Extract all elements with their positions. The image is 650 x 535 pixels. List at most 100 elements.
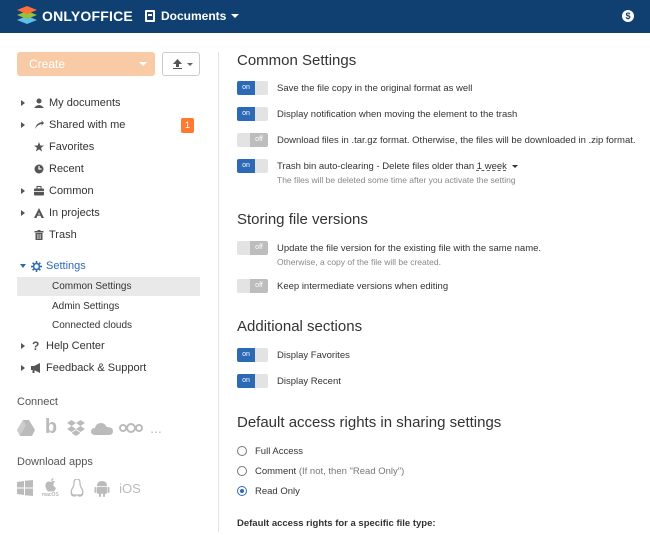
box-icon[interactable]: b <box>41 416 61 439</box>
macos-label: macOS <box>42 492 59 498</box>
sidebar-item-label: My documents <box>49 97 121 109</box>
collapse-arrow-icon[interactable] <box>20 264 26 268</box>
comment-note: (If not, then "Read Only") <box>298 466 405 477</box>
chevron-down-icon <box>139 62 147 66</box>
sidebar-subitem-connected-clouds[interactable]: Connected clouds <box>17 316 200 335</box>
chevron-down-icon <box>231 14 240 18</box>
sidebar: Create My documents Shared with me 1 Fav… <box>0 33 218 535</box>
nextcloud-icon[interactable] <box>119 422 143 433</box>
chevron-down-icon[interactable] <box>511 165 518 168</box>
radio-label-comment: Comment (If not, then "Read Only") <box>255 466 404 477</box>
create-label: Create <box>29 57 66 71</box>
storing-versions-title: Storing file versions <box>237 211 368 228</box>
trash-auto-clearing-text: Trash bin auto-clearing - Delete files o… <box>277 161 475 172</box>
linux-icon[interactable] <box>69 479 85 497</box>
additional-sections-title: Additional sections <box>237 318 363 335</box>
module-switcher[interactable]: Documents <box>145 9 240 23</box>
ios-app-link[interactable]: iOS <box>119 481 141 496</box>
common-settings-title: Common Settings <box>237 52 357 69</box>
sidebar-item-label: Favorites <box>49 141 95 153</box>
dropbox-icon[interactable] <box>67 419 85 436</box>
sidebar-item-shared-with-me[interactable]: Shared with me 1 <box>0 114 218 136</box>
default-access-title: Default access rights in sharing setting… <box>237 414 502 431</box>
windows-icon[interactable] <box>17 480 33 496</box>
expand-arrow-icon[interactable] <box>21 210 25 216</box>
trash-period-dropdown[interactable]: 1 week <box>477 161 507 172</box>
radio-read-only[interactable] <box>237 486 247 496</box>
star-icon <box>34 142 44 152</box>
android-icon[interactable] <box>94 479 110 497</box>
sidebar-item-in-projects[interactable]: In projects <box>0 202 218 224</box>
sidebar-item-label: Feedback & Support <box>46 362 147 374</box>
radio-label-read-only: Read Only <box>255 486 300 497</box>
toggle-update-file-version[interactable]: off <box>237 241 268 255</box>
question-icon: ? <box>32 339 40 353</box>
comment-label: Comment <box>255 466 297 477</box>
onlyoffice-logo[interactable]: ONLYOFFICE <box>17 6 133 26</box>
macos-app-link[interactable]: macOS <box>42 478 60 498</box>
sidebar-item-label: In projects <box>49 207 100 219</box>
sidebar-item-recent[interactable]: Recent <box>0 158 218 180</box>
sidebar-item-label: Settings <box>46 260 86 272</box>
option-trash-auto-clearing: Trash bin auto-clearing - Delete files o… <box>277 161 518 172</box>
logo-text: ONLYOFFICE <box>42 8 133 24</box>
option-save-original-format: Save the file copy in the original forma… <box>277 83 473 94</box>
payments-icon[interactable]: $ <box>622 10 634 22</box>
gear-icon <box>31 260 42 272</box>
sidebar-item-common[interactable]: Common <box>0 180 218 202</box>
download-apps-heading: Download apps <box>17 456 93 468</box>
new-items-badge: 1 <box>181 117 194 133</box>
megaphone-icon <box>31 363 40 373</box>
upload-icon <box>173 59 182 69</box>
expand-arrow-icon[interactable] <box>21 100 25 106</box>
share-icon <box>35 120 44 129</box>
radio-label-full-access: Full Access <box>255 446 304 457</box>
sidebar-item-favorites[interactable]: Favorites <box>0 136 218 158</box>
expand-arrow-icon[interactable] <box>21 188 25 194</box>
upload-button[interactable] <box>162 52 200 76</box>
apple-icon <box>45 478 56 492</box>
google-drive-icon[interactable] <box>17 419 35 436</box>
create-button[interactable]: Create <box>17 52 155 76</box>
documents-icon <box>145 10 155 22</box>
expand-arrow-icon[interactable] <box>21 343 25 349</box>
sidebar-item-my-documents[interactable]: My documents <box>0 92 218 114</box>
option-tar-gz-download: Download files in .tar.gz format. Otherw… <box>277 135 636 146</box>
more-services-icon[interactable]: ... <box>149 420 163 436</box>
toggle-keep-intermediate-versions[interactable]: off <box>237 279 268 293</box>
sidebar-subitem-admin-settings[interactable]: Admin Settings <box>17 297 200 316</box>
file-type-access-heading: Default access rights for a specific fil… <box>237 518 436 529</box>
expand-arrow-icon[interactable] <box>21 122 25 128</box>
radio-full-access[interactable] <box>237 446 247 456</box>
top-header: ONLYOFFICE Documents $ <box>0 0 650 33</box>
module-label: Documents <box>161 9 227 23</box>
option-trash-notification: Display notification when moving the ele… <box>277 109 518 120</box>
clock-icon <box>34 164 44 174</box>
toggle-tar-gz-download[interactable]: off <box>237 133 268 147</box>
sidebar-subitem-common-settings[interactable]: Common Settings <box>17 277 200 296</box>
sidebar-item-label: Recent <box>49 163 84 175</box>
toggle-save-original-format[interactable]: on <box>237 81 268 95</box>
toggle-display-recent[interactable]: on <box>237 374 268 388</box>
sidebar-item-settings[interactable]: Settings <box>0 255 218 277</box>
update-file-version-hint: Otherwise, a copy of the file will be cr… <box>277 257 441 267</box>
chevron-down-icon <box>187 63 193 66</box>
sidebar-item-label: Trash <box>49 229 77 241</box>
sidebar-item-trash[interactable]: Trash <box>0 224 218 246</box>
connect-heading: Connect <box>17 396 58 408</box>
trash-auto-clearing-hint: The files will be deleted some time afte… <box>277 175 516 185</box>
toggle-display-favorites[interactable]: on <box>237 348 268 362</box>
toggle-trash-notification[interactable]: on <box>237 107 268 121</box>
sidebar-item-help-center[interactable]: ? Help Center <box>0 335 218 357</box>
sidebar-divider <box>218 52 219 532</box>
option-display-recent: Display Recent <box>277 376 341 387</box>
toggle-trash-auto-clearing[interactable]: on <box>237 159 268 173</box>
option-update-file-version: Update the file version for the existing… <box>277 243 542 254</box>
projects-icon <box>34 208 44 218</box>
expand-arrow-icon[interactable] <box>21 365 25 371</box>
onedrive-icon[interactable] <box>91 421 113 435</box>
option-keep-intermediate-versions: Keep intermediate versions when editing <box>277 281 449 292</box>
onlyoffice-logo-icon <box>17 6 37 26</box>
radio-comment[interactable] <box>237 466 247 476</box>
sidebar-item-feedback[interactable]: Feedback & Support <box>0 357 218 379</box>
